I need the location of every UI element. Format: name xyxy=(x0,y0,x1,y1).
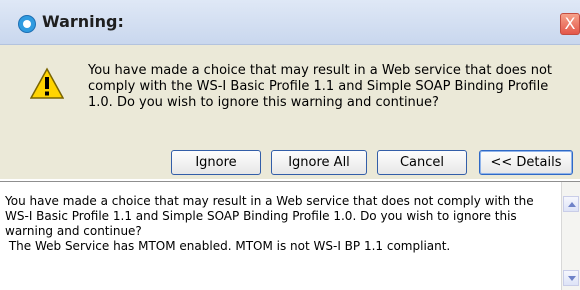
warning-icon xyxy=(30,67,64,99)
chevron-down-icon xyxy=(568,276,576,281)
dialog-title: Warning: xyxy=(42,12,124,31)
chevron-up-icon xyxy=(568,202,576,207)
scroll-down-button[interactable] xyxy=(563,270,579,286)
details-text-area[interactable]: You have made a choice that may result i… xyxy=(0,181,580,290)
details-text: You have made a choice that may result i… xyxy=(5,194,534,253)
cancel-button[interactable]: Cancel xyxy=(377,150,467,175)
scroll-up-button[interactable] xyxy=(563,196,579,212)
warning-message: You have made a choice that may result i… xyxy=(88,63,552,110)
info-icon xyxy=(18,15,36,33)
message-area: You have made a choice that may result i… xyxy=(0,45,580,179)
ignore-button[interactable]: Ignore xyxy=(171,150,261,175)
close-button[interactable]: X xyxy=(560,13,580,35)
warning-dialog: Warning: X You have made a choice that m… xyxy=(0,0,580,290)
ignore-all-button[interactable]: Ignore All xyxy=(271,150,367,175)
details-button[interactable]: << Details xyxy=(479,150,573,175)
title-bar[interactable]: Warning: X xyxy=(0,0,580,45)
vertical-scrollbar[interactable] xyxy=(561,182,580,290)
